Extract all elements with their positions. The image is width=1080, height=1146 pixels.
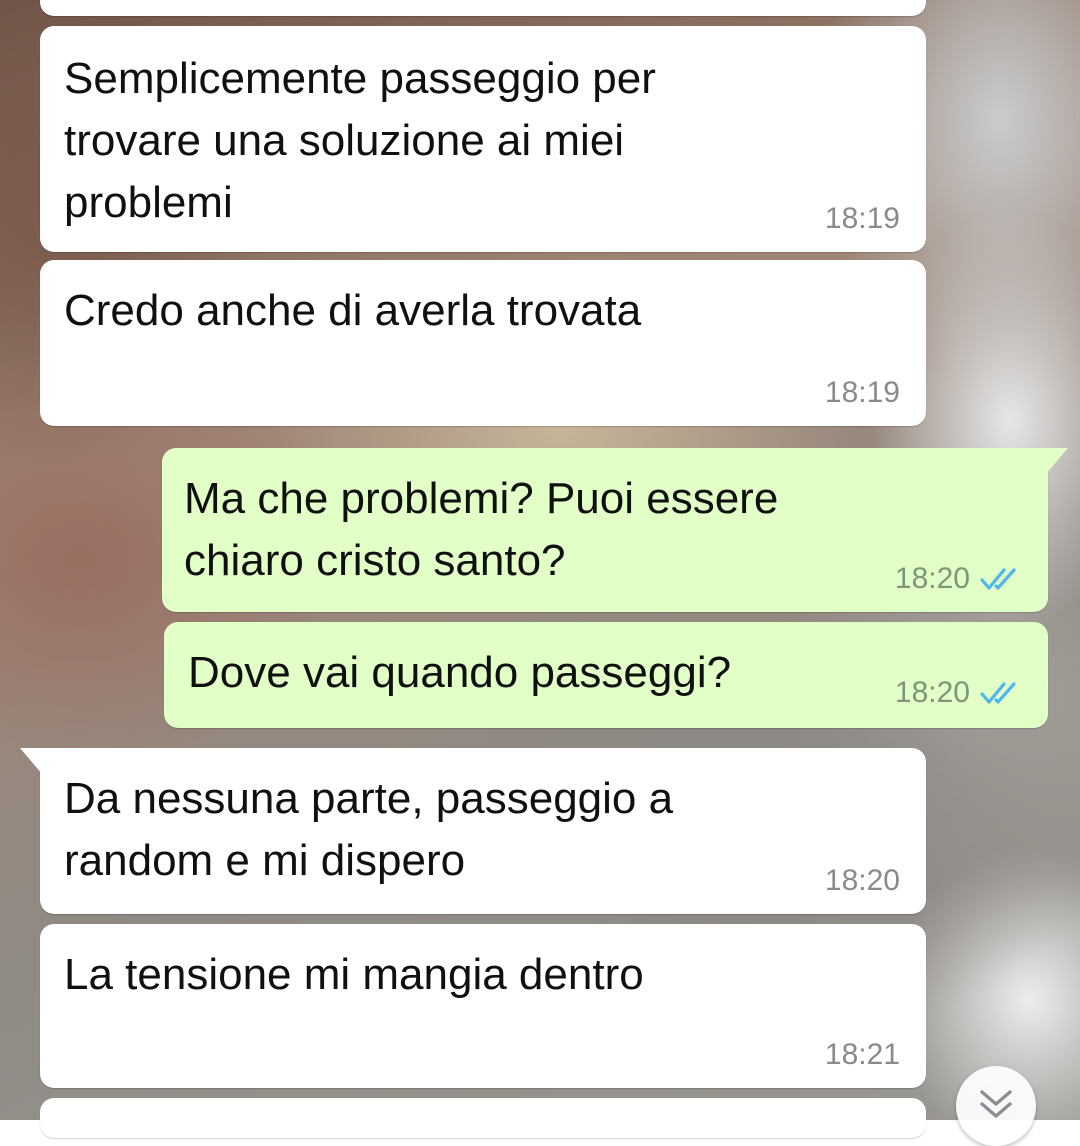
message-bubble-incoming[interactable]: La tensione mi mangia dentro 18:21 — [40, 924, 926, 1088]
message-meta: 18:19 — [825, 202, 900, 236]
scroll-to-bottom-button[interactable] — [956, 1066, 1036, 1146]
message-time: 18:20 — [894, 676, 970, 709]
message-time: 18:19 — [824, 376, 900, 409]
message-bubble-partial-top[interactable] — [40, 0, 926, 16]
message-time: 18:21 — [824, 1038, 900, 1071]
message-text: Ma che problemi? Puoi essere chiaro cris… — [184, 474, 779, 585]
message-meta: 18:19 — [825, 376, 900, 410]
message-bubble-incoming[interactable]: Semplicemente passeggio per trovare una … — [40, 26, 926, 252]
double-check-icon — [980, 682, 1016, 704]
message-time: 18:19 — [824, 202, 900, 235]
message-time: 18:20 — [894, 562, 970, 595]
message-text: Credo anche di averla trovata — [64, 286, 642, 335]
bubble-tail — [1046, 448, 1068, 474]
message-text: Dove vai quando passeggi? — [188, 648, 732, 697]
message-meta: 18:21 — [825, 1038, 900, 1072]
message-text: La tensione mi mangia dentro — [64, 950, 644, 999]
message-text: Da nessuna parte, passeggio a random e m… — [64, 774, 674, 885]
message-bubble-incoming[interactable]: Credo anche di averla trovata 18:19 — [40, 260, 926, 426]
message-bubble-outgoing[interactable]: Dove vai quando passeggi? 18:20 — [164, 622, 1048, 728]
message-text: Semplicemente passeggio per trovare una … — [64, 54, 656, 227]
message-bubble-outgoing[interactable]: Ma che problemi? Puoi essere chiaro cris… — [162, 448, 1068, 612]
double-check-icon — [980, 568, 1016, 590]
message-meta: 18:20 — [895, 676, 1022, 710]
message-bubble-partial-bottom[interactable] — [40, 1098, 926, 1138]
chevron-double-down-icon — [980, 1090, 1012, 1118]
message-meta: 18:20 — [895, 562, 1022, 596]
message-meta: 18:20 — [825, 864, 900, 898]
bubble-tail — [20, 748, 42, 774]
message-time: 18:20 — [824, 864, 900, 897]
message-bubble-incoming[interactable]: Da nessuna parte, passeggio a random e m… — [20, 748, 926, 914]
